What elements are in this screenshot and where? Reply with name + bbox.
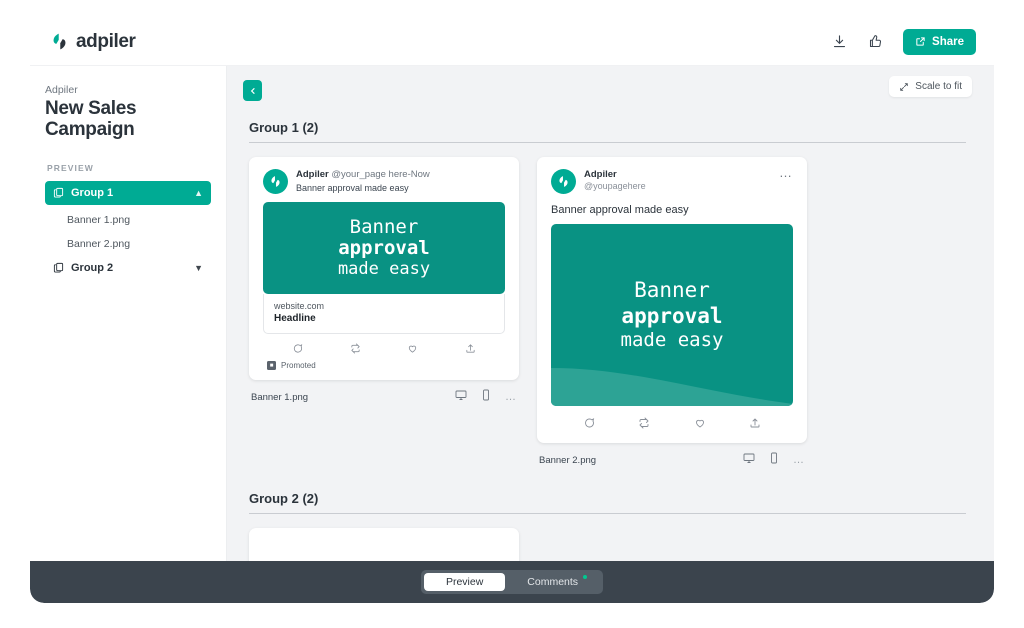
ad-badge-icon: ■ [267, 361, 276, 370]
banner-1-caption-row: Banner 1.png … [249, 388, 519, 406]
twitter-page-name: Adpiler [584, 169, 617, 180]
sidebar-item-label: Group 1 [71, 186, 114, 199]
banner-2-file-name: Banner 2.png [539, 454, 597, 466]
facebook-actions [263, 334, 505, 354]
top-bar-actions: Share [829, 28, 976, 55]
twitter-caption: Banner approval made easy [551, 204, 689, 216]
twitter-ad-card[interactable]: Adpiler @youpagehere … Banner approval m… [537, 157, 807, 443]
creative-banner-1: Banner approval made easy [263, 202, 505, 294]
creative-line-3: made easy [337, 258, 431, 279]
sidebar-item-group-1[interactable]: Group 1 ▲ [45, 180, 211, 205]
sidebar-item-label: Group 2 [71, 261, 114, 274]
share-icon[interactable] [442, 343, 500, 354]
creative-banner-2: Banner approval made easy [551, 224, 793, 406]
like-icon[interactable] [384, 343, 442, 354]
facebook-link-url: website.com [274, 301, 325, 311]
creative-wave-shape [551, 368, 793, 406]
share-label: Share [932, 35, 964, 48]
scale-to-fit-button[interactable]: Scale to fit [889, 76, 972, 97]
tab-preview-label: Preview [445, 576, 484, 588]
facebook-meta: @your_page here-Now [331, 169, 430, 180]
sidebar-campaign-title: New Sales Campaign [45, 98, 137, 141]
promoted-row: ■ Promoted [267, 361, 505, 370]
more-icon[interactable]: … [505, 391, 517, 403]
twitter-handle: @youpagehere [584, 180, 646, 191]
desktop-icon[interactable] [743, 451, 755, 469]
brand-name: adpiler [76, 30, 136, 52]
mobile-icon[interactable] [480, 388, 492, 406]
facebook-page-line: Adpiler @your_page here-Now [296, 169, 505, 180]
repost-icon[interactable] [327, 343, 385, 354]
facebook-caption: Banner approval made easy [296, 183, 409, 193]
desktop-icon[interactable] [455, 388, 467, 406]
view-mode-switch: Preview Comments [420, 570, 604, 594]
tab-comments[interactable]: Comments [505, 573, 600, 591]
chevron-up-icon[interactable]: ▲ [194, 188, 203, 198]
external-link-icon [916, 37, 925, 46]
chevron-left-icon [250, 87, 255, 94]
facebook-ad-header: Adpiler @your_page here-Now Banner appro… [263, 169, 505, 194]
group-2-heading: Group 2 (2) [249, 491, 319, 506]
twitter-ad-header: Adpiler @youpagehere … [551, 166, 793, 194]
adpiler-logo-icon [53, 33, 66, 50]
thumbs-up-icon[interactable] [865, 32, 885, 52]
twitter-actions [551, 406, 793, 429]
creative-line-3: made easy [620, 328, 724, 351]
preview-item-banner-2: Adpiler @youpagehere … Banner approval m… [537, 157, 807, 469]
group-1-heading: Group 1 (2) [249, 120, 319, 135]
preview-canvas: Scale to fit Group 1 (2) Adpiler @your_p… [227, 66, 994, 603]
promoted-label: Promoted [281, 361, 316, 370]
preview-item-banner-1: Adpiler @your_page here-Now Banner appro… [249, 157, 519, 406]
repost-icon[interactable] [617, 417, 673, 429]
avatar [551, 169, 576, 194]
banner-2-caption-row: Banner 2.png … [537, 451, 807, 469]
group-1-previews: Adpiler @your_page here-Now Banner appro… [243, 143, 972, 469]
sidebar-section-label: PREVIEW [47, 162, 94, 173]
tab-comments-label: Comments [527, 576, 579, 588]
creative-line-1: Banner [634, 278, 710, 303]
facebook-link-headline: Headline [274, 313, 316, 324]
facebook-link-preview[interactable]: website.com Headline [263, 294, 505, 334]
bottom-bar: Preview Comments [30, 561, 994, 603]
creative-line-1: Banner [349, 216, 419, 239]
creative-line-2: approval [338, 237, 430, 260]
tab-preview[interactable]: Preview [423, 573, 506, 591]
collapse-sidebar-button[interactable] [243, 80, 262, 101]
mobile-icon[interactable] [768, 451, 780, 469]
copy-icon [53, 263, 64, 273]
unread-badge-icon [583, 575, 588, 579]
sidebar-file-banner-1[interactable]: Banner 1.png [45, 208, 211, 232]
comment-icon[interactable] [561, 417, 617, 429]
app-window: adpiler Share Adpiler New Sales Campaign… [30, 18, 994, 603]
comment-icon[interactable] [269, 343, 327, 354]
like-icon[interactable] [672, 417, 728, 429]
sidebar: Adpiler New Sales Campaign PREVIEW Group… [30, 66, 227, 603]
share-icon[interactable] [728, 417, 784, 429]
sidebar-item-group-2[interactable]: Group 2 ▼ [45, 256, 211, 280]
brand-logo[interactable]: adpiler [50, 31, 136, 53]
chevron-down-icon[interactable]: ▼ [194, 263, 203, 273]
sidebar-account: Adpiler [45, 84, 78, 96]
avatar [263, 169, 288, 194]
banner-1-view-controls: … [455, 388, 517, 406]
facebook-page-name: Adpiler [296, 169, 329, 180]
more-icon[interactable]: … [779, 166, 793, 179]
download-icon[interactable] [829, 32, 849, 52]
share-button[interactable]: Share [903, 28, 976, 55]
app-body: Adpiler New Sales Campaign PREVIEW Group… [30, 66, 994, 603]
creative-line-2: approval [621, 303, 723, 328]
more-icon[interactable]: … [793, 454, 805, 466]
scale-to-fit-label: Scale to fit [915, 81, 962, 92]
facebook-ad-card[interactable]: Adpiler @your_page here-Now Banner appro… [249, 157, 519, 380]
banner-2-view-controls: … [743, 451, 805, 469]
adpiler-logo-icon [559, 176, 568, 187]
group-2-previews [243, 514, 972, 568]
top-bar: adpiler Share [30, 18, 994, 66]
copy-icon [53, 188, 64, 198]
expand-icon [900, 82, 909, 91]
sidebar-file-banner-2[interactable]: Banner 2.png [45, 232, 211, 256]
banner-1-file-name: Banner 1.png [251, 391, 309, 403]
adpiler-logo-icon [271, 176, 280, 187]
